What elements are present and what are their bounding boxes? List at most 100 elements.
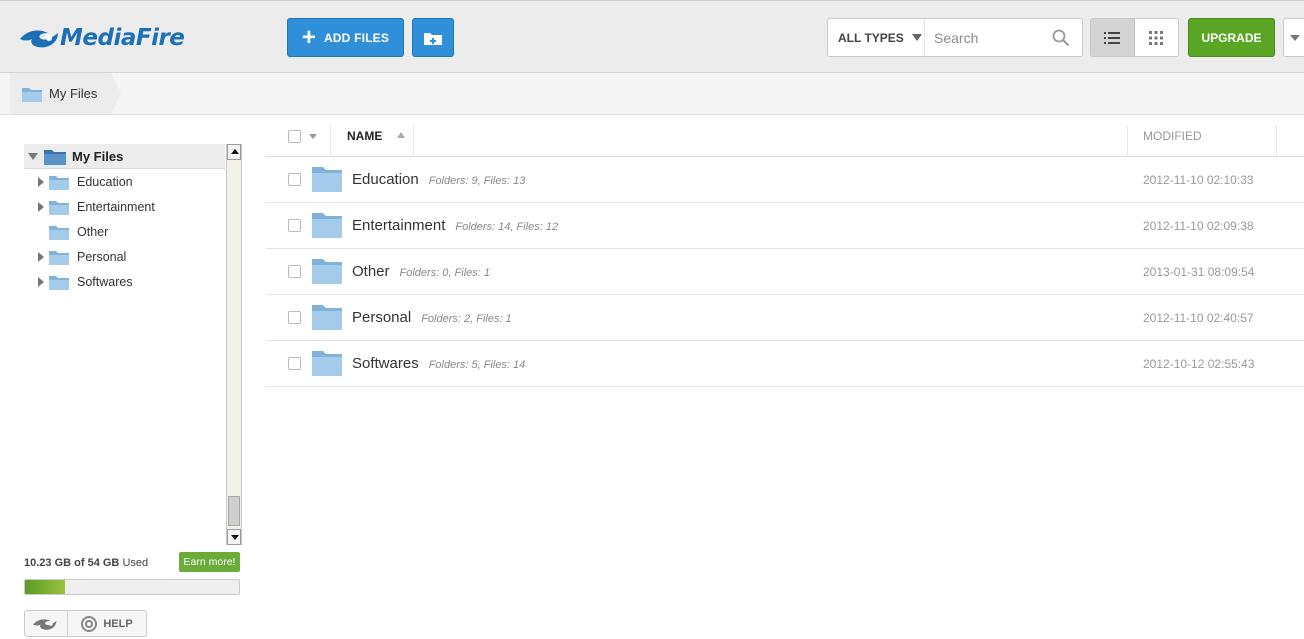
folder-icon	[312, 167, 342, 192]
list-view-button[interactable]	[1091, 19, 1135, 56]
row-name[interactable]: Education Folders: 9, Files: 13	[352, 171, 525, 188]
row-checkbox[interactable]	[288, 357, 301, 370]
row-modified-date: 2012-11-10 02:10:33	[1143, 173, 1254, 187]
tree-scrollbar[interactable]	[226, 144, 242, 545]
tree-item-other[interactable]: Other	[24, 219, 225, 244]
folder-meta: Folders: 14, Files: 12	[455, 221, 559, 233]
storage-progress-fill	[25, 580, 66, 594]
help-label: HELP	[103, 617, 133, 630]
search-input[interactable]	[934, 27, 1044, 49]
mediafire-flame-icon	[33, 618, 57, 630]
tree-item-label: Education	[77, 174, 133, 189]
row-checkbox[interactable]	[288, 265, 301, 278]
folder-icon	[49, 250, 69, 265]
row-modified-date: 2012-11-10 02:40:57	[1143, 311, 1254, 325]
table-row[interactable]: Personal Folders: 2, Files: 1 2012-11-10 …	[266, 295, 1304, 341]
list-view-icon	[1104, 31, 1121, 44]
folder-icon	[22, 87, 42, 102]
folder-icon	[49, 275, 69, 290]
scroll-down-arrow-icon[interactable]	[227, 529, 241, 545]
folder-meta: Folders: 5, Files: 14	[428, 359, 526, 371]
folder-name[interactable]: Softwares	[352, 355, 419, 372]
row-name[interactable]: Entertainment Folders: 14, Files: 12	[352, 217, 558, 234]
view-toggle	[1090, 18, 1179, 57]
plus-icon: +	[301, 23, 316, 51]
expand-arrow-icon[interactable]	[38, 176, 44, 187]
tree-item-entertainment[interactable]: Entertainment	[24, 194, 225, 219]
breadcrumb-item-my-files[interactable]: My Files	[10, 73, 122, 114]
type-filter-select[interactable]: ALL TYPES	[828, 19, 925, 56]
search-icon[interactable]	[1052, 29, 1070, 47]
tree-root-my-files[interactable]: My Files	[24, 144, 225, 169]
row-modified-date: 2012-10-12 02:55:43	[1143, 357, 1255, 371]
tree-item-label: Other	[77, 224, 109, 239]
grid-view-icon	[1149, 30, 1164, 45]
add-files-button[interactable]: + ADD FILES	[287, 18, 404, 57]
row-name[interactable]: Personal Folders: 2, Files: 1	[352, 309, 512, 326]
chevron-down-icon	[1290, 35, 1300, 41]
folder-meta: Folders: 2, Files: 1	[421, 313, 512, 325]
sort-ascending-icon[interactable]	[397, 132, 405, 138]
tree-item-label: Softwares	[77, 274, 133, 289]
collapse-arrow-icon[interactable]	[28, 152, 38, 160]
earn-more-button[interactable]: Earn more!	[179, 552, 240, 572]
add-files-label: ADD FILES	[323, 30, 390, 45]
tree-item-education[interactable]: Education	[24, 169, 225, 194]
folder-icon	[312, 351, 342, 376]
folder-name[interactable]: Personal	[352, 309, 411, 326]
table-row[interactable]: Education Folders: 9, Files: 13 2012-11-1…	[266, 157, 1304, 203]
tree-item-label: Entertainment	[77, 199, 155, 214]
row-modified-date: 2012-11-10 02:09:38	[1143, 219, 1254, 233]
expand-arrow-icon[interactable]	[38, 201, 44, 212]
select-options-chevron-icon[interactable]	[309, 134, 317, 139]
expand-arrow-icon[interactable]	[38, 276, 44, 287]
row-name[interactable]: Other Folders: 0, Files: 1	[352, 263, 490, 280]
storage-used-amount: 10.23 GB of 54 GB	[24, 557, 120, 569]
folder-icon	[49, 175, 69, 190]
tree-item-softwares[interactable]: Softwares	[24, 269, 225, 294]
new-folder-icon	[424, 32, 442, 45]
folder-icon	[312, 259, 342, 284]
folder-name[interactable]: Other	[352, 263, 390, 280]
folder-meta: Folders: 0, Files: 1	[399, 267, 490, 279]
folder-icon	[49, 225, 69, 240]
folder-icon	[49, 200, 69, 215]
grid-view-button[interactable]	[1135, 19, 1179, 56]
search-box: ALL TYPES	[827, 18, 1083, 57]
folder-name[interactable]: Entertainment	[352, 217, 445, 234]
folder-icon	[312, 213, 342, 238]
folder-icon	[312, 305, 342, 330]
column-header-modified[interactable]: MODIFIED	[1143, 129, 1202, 143]
mediafire-home-button[interactable]	[25, 611, 68, 636]
logo-text: MediaFire	[60, 25, 185, 51]
new-folder-button[interactable]	[412, 18, 454, 57]
scrollbar-thumb[interactable]	[228, 496, 240, 526]
mediafire-flame-icon	[20, 30, 58, 48]
folder-name[interactable]: Education	[352, 171, 419, 188]
file-list-header: NAME MODIFIED	[266, 115, 1304, 157]
select-all-checkbox[interactable]	[288, 130, 301, 143]
top-bar: MediaFire + ADD FILES ALL TYPES Search U…	[0, 0, 1304, 73]
upgrade-button[interactable]: UPGRADE	[1188, 18, 1275, 57]
mediafire-logo[interactable]: MediaFire	[18, 23, 185, 53]
account-menu-button[interactable]	[1283, 18, 1304, 57]
row-checkbox[interactable]	[288, 311, 301, 324]
row-checkbox[interactable]	[288, 219, 301, 232]
tree-root-label: My Files	[72, 148, 124, 164]
column-header-name[interactable]: NAME	[347, 129, 382, 143]
row-checkbox[interactable]	[288, 173, 301, 186]
row-name[interactable]: Softwares Folders: 5, Files: 14	[352, 355, 525, 372]
table-row[interactable]: Other Folders: 0, Files: 1 2013-01-31 08:…	[266, 249, 1304, 295]
expand-arrow-icon[interactable]	[38, 251, 44, 262]
tree-item-personal[interactable]: Personal	[24, 244, 225, 269]
folder-icon	[44, 149, 66, 165]
file-list: NAME MODIFIED Education Folders: 9, Files…	[266, 115, 1304, 387]
help-button[interactable]: HELP	[68, 611, 146, 636]
storage-used-suffix: Used	[122, 557, 149, 569]
table-row[interactable]: Entertainment Folders: 14, Files: 12 2012…	[266, 203, 1304, 249]
row-modified-date: 2013-01-31 08:09:54	[1143, 265, 1255, 279]
storage-progress-bar	[24, 579, 240, 595]
scroll-up-arrow-icon[interactable]	[227, 144, 241, 160]
footer-buttons: HELP	[24, 610, 147, 637]
table-row[interactable]: Softwares Folders: 5, Files: 14 2012-10-1…	[266, 341, 1304, 387]
